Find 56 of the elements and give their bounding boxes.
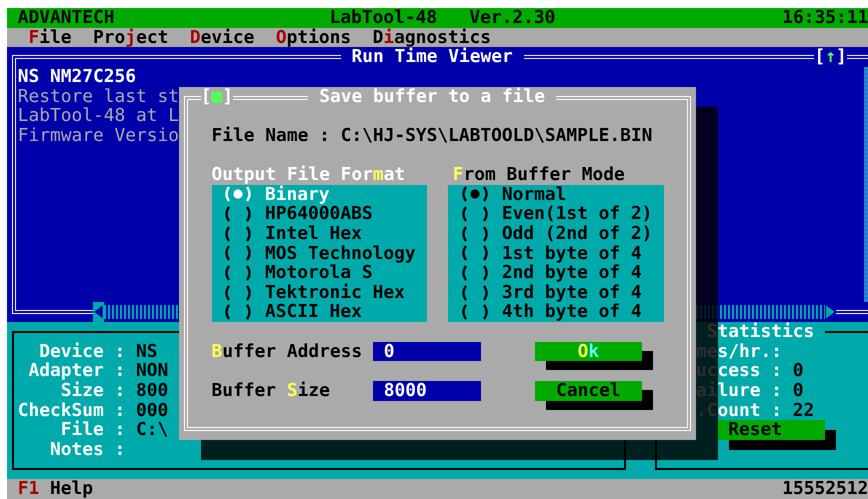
radio-option[interactable]: 3rd byte of 4 [459, 282, 664, 302]
memory-counter: 15552512 [782, 479, 868, 499]
radio-option[interactable]: 2nd byte of 4 [459, 263, 664, 283]
info-value: NS [136, 342, 158, 362]
radio-option[interactable]: ASCII Hex [222, 302, 427, 322]
version-label: Ver.2.30 [469, 8, 556, 28]
radio-option[interactable]: Odd (2nd of 2) [459, 224, 664, 244]
stat-value: 0 [792, 380, 804, 400]
scroll-button[interactable]: [↑] [814, 47, 847, 67]
field-label: Buffer Size [212, 380, 331, 400]
dialog-button[interactable]: Cancel [534, 380, 642, 400]
group-header: Output File Format [212, 165, 406, 185]
clock: 16:35:11 [782, 8, 868, 28]
radio-option[interactable]: Intel Hex [222, 224, 427, 244]
radio-option[interactable]: 1st byte of 4 [459, 244, 664, 264]
radio-option[interactable]: 4th byte of 4 [459, 302, 664, 322]
menu-item[interactable]: Proj ect [93, 28, 168, 48]
help-hint[interactable]: F1 Help [18, 479, 94, 499]
field-label: Buffer Address [212, 342, 364, 362]
scroll-left-icon[interactable] [93, 302, 104, 322]
info-label: File : [60, 420, 126, 440]
brand-label: ADVANTECH [18, 8, 115, 28]
file-name-label: File Name : [212, 126, 330, 146]
info-label: Size : [60, 380, 126, 400]
menu-item[interactable]: Device [190, 28, 254, 48]
info-value: 000 [136, 400, 168, 420]
info-value: C:\ [136, 420, 168, 440]
radio-option[interactable]: Even(1st of 2) [459, 204, 664, 224]
input-field[interactable]: 0 [373, 342, 481, 362]
menu-item[interactable]: Options [276, 28, 352, 48]
log-line: Restore last st [18, 86, 180, 106]
info-label: Adapter : [28, 361, 126, 381]
radio-option[interactable]: Motorola S [222, 263, 427, 283]
info-label: Device : [38, 342, 126, 362]
info-label: CheckSum : [18, 400, 126, 420]
info-value: NON [136, 361, 168, 381]
stat-value: 22 [792, 400, 814, 420]
info-label: Notes : [49, 440, 126, 460]
app-name: LabTool-48 [330, 8, 438, 28]
info-value: 800 [136, 380, 168, 400]
radio-option[interactable]: HP64000ABS [222, 204, 427, 224]
radio-option[interactable]: Tektronic Hex [222, 282, 427, 302]
group-header: From Buffer Mode [452, 165, 626, 185]
log-line: LabTool-48 at L [18, 106, 180, 126]
log-line: Firmware Versio [18, 126, 180, 146]
vertical-scrollbar[interactable] [864, 66, 868, 302]
file-name-value: C:\HJ-SYS\LABTOOLD\SAMPLE.BIN [340, 126, 652, 146]
log-line: NS NM27C256 [18, 66, 138, 86]
stat-label: .Count : [696, 400, 782, 420]
stat-value: 0 [792, 361, 804, 381]
radio-option[interactable]: MOS Technology [222, 244, 427, 264]
reset-button[interactable]: Reset [718, 420, 826, 440]
input-field[interactable]: 8000 [373, 380, 481, 400]
radio-option[interactable]: Normal [459, 184, 664, 204]
menu-item[interactable]: File [28, 28, 72, 48]
menu-item[interactable]: Diagnostics [372, 28, 491, 48]
